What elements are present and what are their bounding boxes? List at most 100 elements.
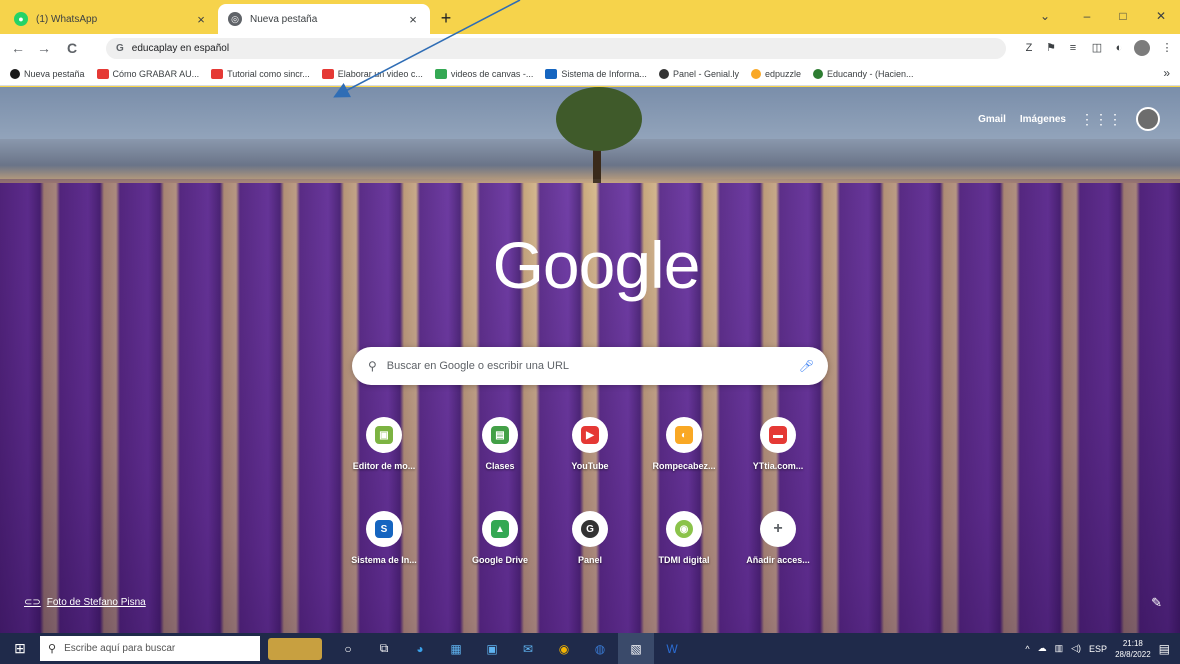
cortana-icon[interactable]: ○ bbox=[330, 633, 366, 664]
close-window-button[interactable]: ✕ bbox=[1148, 6, 1174, 26]
ntp-top-links: Gmail Imágenes ⋮⋮⋮ bbox=[978, 107, 1160, 131]
drive-icon bbox=[434, 68, 447, 79]
system-tray: ^ ☁ ▥ ◁) ESP 21:18 28/8/2022 ▤ bbox=[1025, 633, 1180, 664]
search-placeholder[interactable]: Buscar en Google o escribir una URL bbox=[387, 360, 789, 372]
edge-icon[interactable]: ◕ bbox=[402, 633, 438, 664]
close-icon[interactable]: × bbox=[194, 12, 208, 27]
shortcut-tile[interactable]: ▣ Editor de mo... bbox=[340, 417, 428, 471]
classroom-icon: ▤ bbox=[491, 426, 509, 444]
educandy-icon bbox=[813, 68, 824, 79]
bookmarks-bar: Nueva pestaña Cómo GRABAR AU... Tutorial… bbox=[0, 62, 1180, 86]
google-logo: Google bbox=[492, 228, 701, 302]
app-icon[interactable]: ◍ bbox=[582, 633, 618, 664]
mail-icon[interactable]: ✉ bbox=[510, 633, 546, 664]
bookmark-item[interactable]: Educandy - (Hacien... bbox=[813, 68, 914, 79]
network-icon[interactable]: ▥ bbox=[1055, 643, 1064, 654]
chrome-icon[interactable]: ◉ bbox=[546, 633, 582, 664]
profile-avatar[interactable] bbox=[1134, 40, 1150, 56]
genially-icon: G bbox=[581, 520, 599, 538]
shortcut-tile[interactable]: G Panel bbox=[546, 511, 634, 565]
add-shortcut-button[interactable]: + Añadir acces... bbox=[734, 511, 822, 565]
puzzle-icon: ◐ bbox=[675, 426, 693, 444]
language-indicator[interactable]: ESP bbox=[1089, 644, 1107, 654]
shortcut-tile[interactable]: S Sistema de In... bbox=[340, 511, 428, 565]
microphone-icon[interactable]: 🎤︎ bbox=[799, 359, 814, 373]
bookmark-item[interactable]: edpuzzle bbox=[750, 68, 801, 79]
ntp-search-box[interactable]: ⚲ Buscar en Google o escribir una URL 🎤︎ bbox=[352, 347, 828, 385]
side-panel-icon[interactable]: ◫ bbox=[1088, 39, 1106, 57]
clock[interactable]: 21:18 28/8/2022 bbox=[1115, 638, 1151, 660]
maximize-button[interactable]: □ bbox=[1110, 6, 1136, 26]
new-tab-page: Gmail Imágenes ⋮⋮⋮ Google ⚲ Buscar en Go… bbox=[0, 87, 1180, 633]
photo-credit[interactable]: ⊂⊃ Foto de Stefano Pisna bbox=[24, 597, 146, 608]
whatsapp-icon: ● bbox=[14, 12, 28, 26]
mail-app-icon[interactable]: ▣ bbox=[474, 633, 510, 664]
bookmark-item[interactable]: Tutorial como sincr... bbox=[211, 68, 310, 79]
taskbar-search[interactable]: ⚲ Escribe aquí para buscar bbox=[40, 636, 260, 661]
pin-icon[interactable]: ⚑ bbox=[1042, 39, 1060, 57]
search-icon: ⚲ bbox=[368, 359, 377, 373]
task-view-icon[interactable]: ⧉ bbox=[366, 633, 402, 664]
bookmark-item[interactable]: Panel - Genial.ly bbox=[658, 68, 739, 79]
address-text[interactable]: educaplay en español bbox=[132, 43, 229, 54]
windows-start-icon[interactable]: ⊞ bbox=[0, 633, 40, 664]
bookmark-item[interactable]: Sistema de Informa... bbox=[545, 68, 647, 79]
tab-title: (1) WhatsApp bbox=[36, 13, 98, 25]
google-drive-icon: ▲ bbox=[491, 520, 509, 538]
bookmark-item[interactable]: Nueva pestaña bbox=[10, 68, 85, 79]
forward-button[interactable]: → bbox=[34, 38, 54, 58]
onedrive-icon[interactable]: ☁ bbox=[1038, 643, 1047, 654]
extension-icon[interactable]: ◐ bbox=[1110, 39, 1128, 57]
bookmark-item[interactable]: Cómo GRABAR AU... bbox=[96, 68, 199, 79]
chrome-icon: ◎ bbox=[228, 12, 242, 26]
store-icon[interactable]: ▦ bbox=[438, 633, 474, 664]
tab-new-tab[interactable]: ◎ Nueva pestaña × bbox=[218, 4, 430, 34]
back-button[interactable]: ← bbox=[8, 38, 28, 58]
youtube-icon bbox=[96, 68, 109, 79]
genially-icon bbox=[658, 68, 669, 79]
more-bookmarks-icon[interactable]: » bbox=[1163, 66, 1170, 80]
google-search-icon: G bbox=[116, 43, 124, 54]
apps-grid-icon[interactable]: ⋮⋮⋮ bbox=[1080, 111, 1122, 128]
screen-tool-icon[interactable]: ▧ bbox=[618, 633, 654, 664]
images-link[interactable]: Imágenes bbox=[1020, 114, 1066, 125]
bookmark-item[interactable]: videos de canvas -... bbox=[434, 68, 533, 79]
tab-search-chevron-icon[interactable]: ⌄ bbox=[1032, 6, 1058, 26]
editor-icon: ▣ bbox=[375, 426, 393, 444]
volume-icon[interactable]: ◁) bbox=[1071, 643, 1081, 654]
shortcut-tile[interactable]: ◉ TDMI digital bbox=[640, 511, 728, 565]
shortcuts-grid: ▣ Editor de mo... ▤ Clases ▶ YouTube ◐ R… bbox=[351, 417, 822, 607]
shortcut-tile[interactable]: ▤ Clases bbox=[456, 417, 544, 471]
translate-icon[interactable]: Z bbox=[1020, 39, 1038, 57]
word-icon[interactable]: W bbox=[654, 633, 690, 664]
reload-button[interactable]: C bbox=[62, 38, 82, 58]
shortcut-tile[interactable]: ▶ YouTube bbox=[546, 417, 634, 471]
chevron-up-icon[interactable]: ^ bbox=[1025, 644, 1029, 654]
youtube-icon: ▬ bbox=[769, 426, 787, 444]
tab-whatsapp[interactable]: ● (1) WhatsApp × bbox=[4, 4, 218, 34]
close-icon[interactable]: × bbox=[406, 12, 420, 27]
windows-taskbar: ⊞ ⚲ Escribe aquí para buscar ○ ⧉ ◕ ▦ ▣ ✉… bbox=[0, 633, 1180, 664]
address-bar[interactable]: G educaplay en español bbox=[106, 38, 1006, 59]
edpuzzle-icon bbox=[750, 68, 761, 79]
tab-strip: ● (1) WhatsApp × ◎ Nueva pestaña × + ⌄ –… bbox=[0, 0, 1180, 34]
gmail-link[interactable]: Gmail bbox=[978, 114, 1006, 125]
shortcut-tile[interactable]: ▬ YTtia.com... bbox=[734, 417, 822, 471]
account-avatar[interactable] bbox=[1136, 107, 1160, 131]
plus-icon: + bbox=[773, 520, 783, 537]
shortcut-tile[interactable]: ▲ Google Drive bbox=[456, 511, 544, 565]
new-tab-button[interactable]: + bbox=[436, 8, 456, 28]
bookmark-item[interactable]: Elaborar un video c... bbox=[321, 68, 423, 79]
minimize-button[interactable]: – bbox=[1074, 6, 1100, 26]
shortcut-tile[interactable]: ◐ Rompecabez... bbox=[640, 417, 728, 471]
tab-title: Nueva pestaña bbox=[250, 13, 318, 25]
youtube-icon: ▶ bbox=[581, 426, 599, 444]
customize-pencil-icon[interactable]: ✎ bbox=[1151, 595, 1162, 611]
reading-list-icon[interactable]: ≡ bbox=[1064, 39, 1082, 57]
notifications-icon[interactable]: ▤ bbox=[1159, 642, 1170, 656]
link-icon: ⊂⊃ bbox=[24, 597, 41, 608]
menu-icon[interactable]: ⋮ bbox=[1158, 39, 1176, 57]
youtube-icon bbox=[321, 68, 334, 79]
news-widget-icon[interactable] bbox=[260, 633, 330, 664]
youtube-icon bbox=[211, 68, 224, 79]
